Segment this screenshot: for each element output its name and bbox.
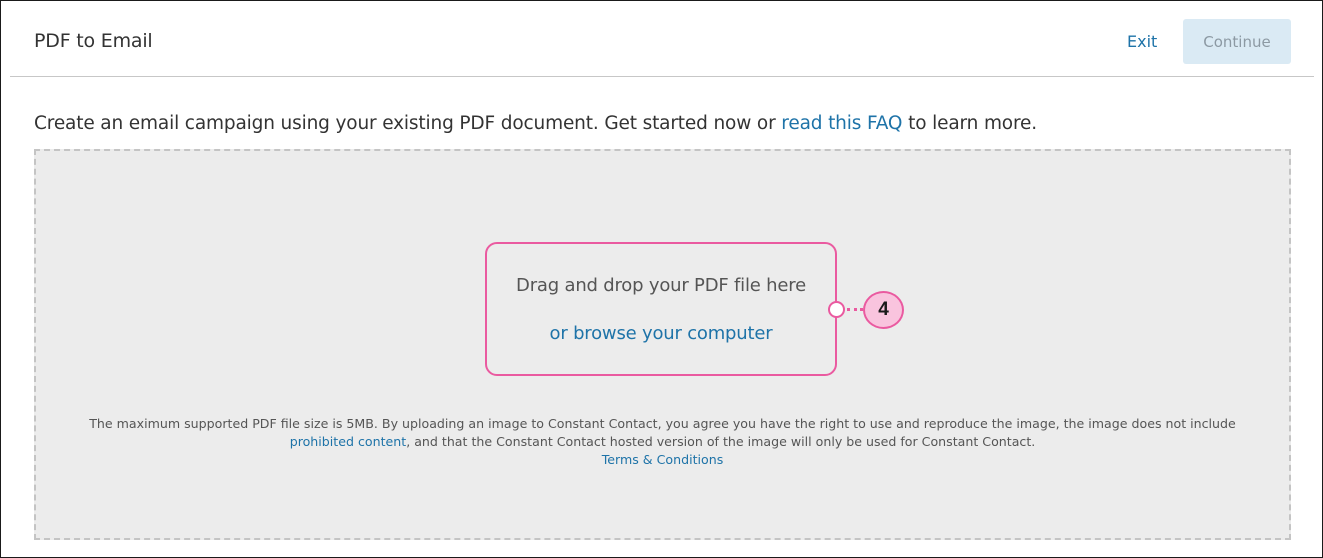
page-title: PDF to Email xyxy=(34,30,153,52)
intro-text: Create an email campaign using your exis… xyxy=(34,113,1037,134)
upload-target-highlight[interactable]: Drag and drop your PDF file here or brow… xyxy=(485,242,837,376)
disclaimer-line-2: prohibited content, and that the Constan… xyxy=(36,433,1289,451)
browse-computer-link[interactable]: or browse your computer xyxy=(487,323,835,344)
continue-button[interactable]: Continue xyxy=(1183,19,1291,64)
exit-link[interactable]: Exit xyxy=(1127,32,1157,51)
callout-anchor-dot xyxy=(828,301,845,318)
page-header: PDF to Email Exit Continue xyxy=(10,1,1314,77)
disclaimer-line-1: The maximum supported PDF file size is 5… xyxy=(89,416,1236,431)
upload-disclaimer: The maximum supported PDF file size is 5… xyxy=(36,415,1289,469)
prohibited-content-link[interactable]: prohibited content xyxy=(290,434,406,449)
app-window: PDF to Email Exit Continue Create an ema… xyxy=(0,0,1323,558)
intro-text-after: to learn more. xyxy=(902,113,1037,134)
callout-connector xyxy=(847,308,863,311)
terms-conditions-link[interactable]: Terms & Conditions xyxy=(602,452,724,467)
drag-drop-text: Drag and drop your PDF file here xyxy=(516,275,806,296)
disclaimer-line-2-text: , and that the Constant Contact hosted v… xyxy=(406,434,1036,449)
callout-step-badge: 4 xyxy=(863,291,904,329)
intro-text-before: Create an email campaign using your exis… xyxy=(34,113,782,134)
disclaimer-line-3: Terms & Conditions xyxy=(36,451,1289,469)
faq-link[interactable]: read this FAQ xyxy=(781,113,902,134)
